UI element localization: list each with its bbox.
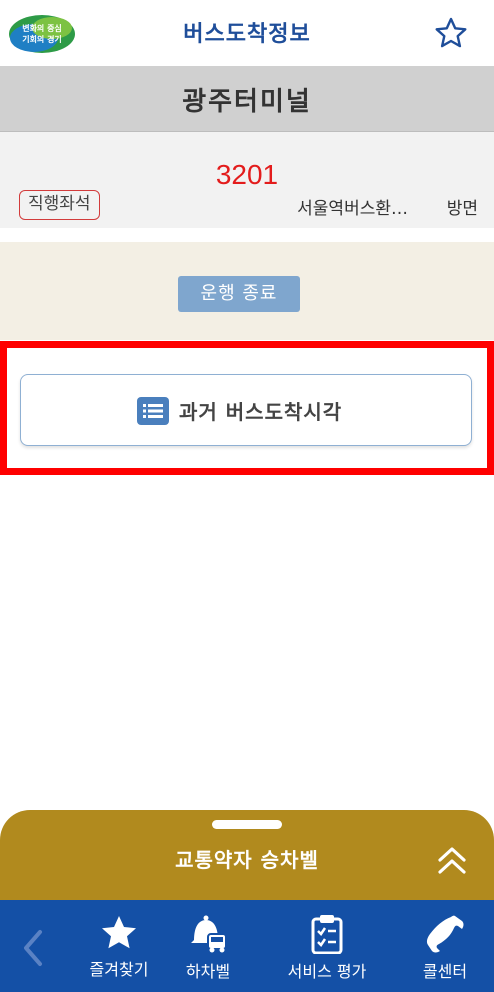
favorite-star-icon[interactable] (434, 16, 468, 50)
bus-arrival-screen: 변화의 중심 기회의 경기 버스도착정보 광주터미널 3201 직행좌석 서울역… (0, 0, 494, 992)
route-number: 3201 (215, 159, 279, 190)
bell-bus-icon (191, 915, 227, 953)
drag-handle[interactable] (212, 820, 282, 829)
route-direction: 방면 (446, 199, 478, 219)
route-info: 3201 직행좌석 서울역버스환… 방면 (0, 132, 494, 228)
chevron-left-icon[interactable] (18, 928, 48, 968)
boarding-bell-panel[interactable]: 교통약자 승차벨 (0, 810, 494, 910)
nav-call-center-label: 콜센터 (422, 962, 468, 981)
route-type-badge: 직행좌석 (19, 190, 100, 220)
nav-alight-bell[interactable]: 하차벨 (163, 914, 253, 990)
route-destination: 서울역버스환… (297, 199, 408, 219)
past-arrival-times-label: 과거 버스도착시각 (179, 400, 343, 424)
nav-call-center[interactable]: 콜센터 (400, 914, 490, 990)
phone-icon (426, 915, 464, 953)
station-name: 광주터미널 (182, 87, 312, 117)
operation-status-area: 운행 종료 (0, 242, 494, 340)
nav-favorites-label: 즐겨찾기 (89, 960, 149, 979)
nav-alight-bell-label: 하차벨 (185, 962, 231, 981)
list-icon (137, 397, 169, 425)
past-arrival-times-button[interactable]: 과거 버스도착시각 (20, 374, 472, 446)
boarding-bell-title: 교통약자 승차벨 (175, 848, 319, 872)
nav-service-rating[interactable]: 서비스 평가 (282, 914, 372, 990)
nav-favorites[interactable]: 즐겨찾기 (74, 914, 164, 990)
star-icon (102, 916, 136, 949)
nav-service-rating-label: 서비스 평가 (287, 962, 367, 981)
bottom-navigation: 즐겨찾기 하차벨 서비스 평가 콜센터 (0, 900, 494, 992)
station-bar: 광주터미널 (0, 66, 494, 132)
app-header: 변화의 중심 기회의 경기 버스도착정보 (0, 0, 494, 66)
clipboard-check-icon (311, 915, 343, 954)
status-badge: 운행 종료 (178, 276, 300, 312)
double-chevron-up-icon[interactable] (436, 844, 468, 876)
page-title: 버스도착정보 (183, 22, 311, 47)
